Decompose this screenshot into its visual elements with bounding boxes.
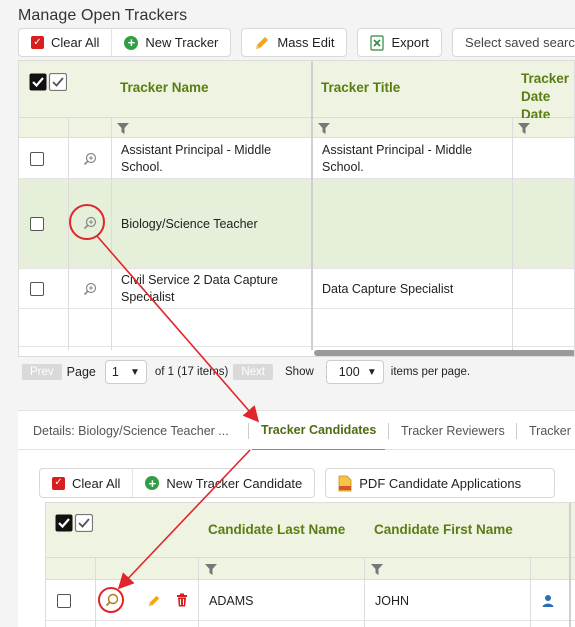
column-divider xyxy=(198,558,199,627)
filter-icon[interactable] xyxy=(318,123,330,134)
tab-divider xyxy=(516,423,517,439)
clear-all-candidates-button[interactable]: ✓ Clear All xyxy=(40,469,132,497)
pencil-icon[interactable] xyxy=(147,594,161,608)
candidate-toolbar: ✓ Clear All + New Tracker Candidate PDF … xyxy=(39,468,556,498)
candidate-last-name: ADAMS xyxy=(209,594,254,608)
filter-row xyxy=(46,558,575,580)
candidate-grid: Candidate Last Name Candidate First Name… xyxy=(45,502,575,627)
row-checkbox[interactable] xyxy=(30,282,44,296)
column-divider xyxy=(95,558,96,627)
new-tracker-button[interactable]: + New Tracker xyxy=(111,29,230,56)
tracker-name: Biology/Science Teacher xyxy=(121,217,258,231)
next-button[interactable]: Next xyxy=(233,364,274,380)
table-row[interactable]: Assistant Principal - Middle School. Ass… xyxy=(19,139,574,179)
table-row[interactable]: Biology/Science Teacher xyxy=(19,179,574,269)
col-tracker-date[interactable]: Tracker Date Date xyxy=(521,70,574,124)
col-tracker-title[interactable]: Tracker Title xyxy=(321,79,400,97)
col-candidate-last-name[interactable]: Candidate Last Name xyxy=(208,521,345,539)
search-icon[interactable] xyxy=(105,593,119,607)
filter-icon[interactable] xyxy=(518,123,530,134)
table-row[interactable]: Civil Service 2 Data Capture Specialist … xyxy=(19,269,574,309)
trash-icon[interactable] xyxy=(176,593,188,607)
row-checkbox[interactable] xyxy=(57,594,71,608)
tracker-title: Assistant Principal - Middle School. xyxy=(322,143,473,174)
column-divider xyxy=(512,118,513,350)
select-all-checked-icon[interactable] xyxy=(55,514,93,532)
column-divider xyxy=(68,118,69,350)
zoom-in-icon[interactable] xyxy=(83,216,97,230)
filter-icon[interactable] xyxy=(205,564,217,575)
column-divider xyxy=(311,61,313,350)
tab-tracker-reviewers[interactable]: Tracker Reviewers xyxy=(401,411,505,451)
zoom-in-icon[interactable] xyxy=(83,282,97,296)
chevron-down-icon: ▼ xyxy=(366,366,377,378)
table-row xyxy=(19,309,574,347)
page-count-text: of 1 (17 items) xyxy=(154,366,229,378)
row-checkbox[interactable] xyxy=(30,152,44,166)
excel-icon xyxy=(370,34,385,51)
tracker-grid: Tracker Name Tracker Title Tracker Date … xyxy=(18,60,575,357)
check-icon: ✓ xyxy=(31,36,44,49)
export-button[interactable]: Export xyxy=(358,29,441,56)
column-divider xyxy=(111,118,112,350)
tab-tracker-candidates[interactable]: Tracker Candidates xyxy=(252,411,386,451)
new-candidate-button[interactable]: + New Tracker Candidate xyxy=(132,469,314,497)
clear-all-button[interactable]: ✓ Clear All xyxy=(19,29,111,56)
mass-edit-button[interactable]: Mass Edit xyxy=(242,29,346,56)
user-icon[interactable] xyxy=(542,594,556,608)
tab-details[interactable]: Details: Biology/Science Teacher ... xyxy=(33,411,229,451)
saved-search-select[interactable]: Select saved search xyxy=(453,29,575,56)
tab-divider xyxy=(388,423,389,439)
zoom-in-icon[interactable] xyxy=(83,152,97,166)
tracker-toolbar: ✓ Clear All + New Tracker Mass Edit Expo… xyxy=(18,28,575,57)
tab-tracker-more[interactable]: Tracker C xyxy=(529,411,575,451)
select-all-checked-icon[interactable] xyxy=(29,73,67,91)
column-divider xyxy=(569,503,571,627)
filter-icon[interactable] xyxy=(371,564,383,575)
grid-header: Candidate Last Name Candidate First Name xyxy=(46,503,575,558)
filter-row xyxy=(19,118,574,138)
page-select[interactable]: 1 ▼ xyxy=(104,360,147,384)
prev-button[interactable]: Prev xyxy=(22,364,62,380)
column-divider xyxy=(364,558,365,627)
plus-icon: + xyxy=(124,35,139,50)
per-page-select[interactable]: 100 ▼ xyxy=(325,360,384,384)
grid-header: Tracker Name Tracker Title Tracker Date … xyxy=(19,61,574,122)
page-title: Manage Open Trackers xyxy=(18,7,188,24)
filter-icon[interactable] xyxy=(117,123,129,134)
horizontal-scrollbar[interactable] xyxy=(314,350,574,356)
column-divider xyxy=(530,558,531,627)
col-candidate-first-name[interactable]: Candidate First Name xyxy=(374,521,513,539)
plus-icon: + xyxy=(145,476,160,490)
col-tracker-name[interactable]: Tracker Name xyxy=(120,79,209,97)
pdf-icon xyxy=(338,475,352,491)
tracker-name: Assistant Principal - Middle School. xyxy=(121,143,272,174)
tracker-title: Data Capture Specialist xyxy=(322,282,454,296)
chevron-down-icon: ▼ xyxy=(129,366,140,378)
table-row[interactable]: ADAMS JOHN xyxy=(46,581,575,621)
tracker-name: Civil Service 2 Data Capture Specialist xyxy=(121,273,279,304)
pager: Prev Page 1 ▼ of 1 (17 items) Next Show … xyxy=(18,357,575,387)
detail-tabs: Details: Biology/Science Teacher ... Tra… xyxy=(18,410,575,451)
candidate-first-name: JOHN xyxy=(375,594,410,608)
pencil-icon xyxy=(256,36,269,49)
tab-divider xyxy=(248,423,249,439)
row-checkbox[interactable] xyxy=(30,217,44,231)
pdf-applications-button[interactable]: PDF Candidate Applications xyxy=(326,469,533,497)
check-icon: ✓ xyxy=(52,476,65,490)
